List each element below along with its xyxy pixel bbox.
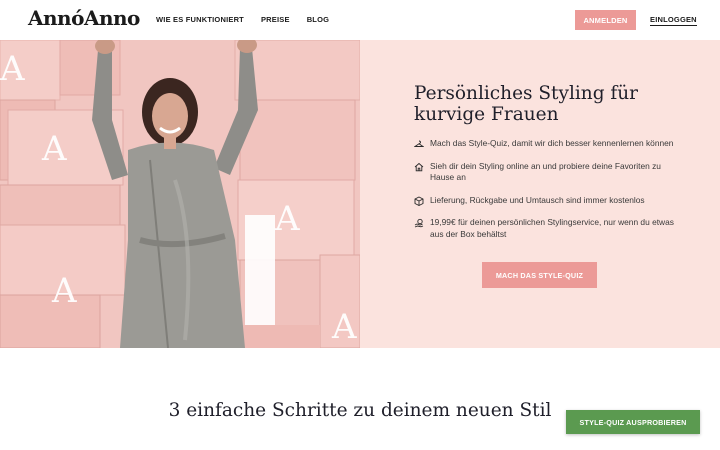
register-button[interactable]: ANMELDEN bbox=[575, 10, 636, 30]
try-style-quiz-button[interactable]: STYLE-QUIZ AUSPROBIEREN bbox=[566, 410, 700, 434]
hero-section: A A A A A Persönliches Styling für kurvi… bbox=[0, 40, 720, 348]
box-monogram: A bbox=[0, 49, 25, 89]
feature-item: Mach das Style-Quiz, damit wir dich bess… bbox=[414, 138, 684, 150]
feature-text: 19,99€ für deinen persönlichen Stylingse… bbox=[430, 217, 674, 239]
feature-item: 19,99€ für deinen persönlichen Stylingse… bbox=[414, 217, 684, 240]
feature-item: Lieferung, Rückgabe und Umtausch sind im… bbox=[414, 195, 684, 207]
coins-icon bbox=[414, 218, 424, 228]
style-quiz-button[interactable]: MACH DAS STYLE-QUIZ bbox=[482, 262, 597, 288]
hero-title: Persönliches Styling für kurvige Frauen bbox=[414, 83, 684, 125]
nav-item-how-it-works[interactable]: WIE ES FUNKTIONIERT bbox=[156, 15, 244, 24]
site-header: AnnóAnno WIE ES FUNKTIONIERT PREISE BLOG… bbox=[0, 0, 720, 40]
feature-text: Sieh dir dein Styling online an und prob… bbox=[430, 160, 661, 183]
hanger-icon bbox=[414, 140, 424, 147]
main-nav: WIE ES FUNKTIONIERT PREISE BLOG bbox=[156, 15, 329, 24]
feature-text: Lieferung, Rückgabe und Umtausch sind im… bbox=[430, 194, 645, 205]
nav-item-blog[interactable]: BLOG bbox=[307, 15, 329, 24]
hero-title-line: kurvige Frauen bbox=[414, 104, 559, 125]
brand-logo[interactable]: AnnóAnno bbox=[28, 6, 140, 30]
box-monogram: A bbox=[51, 271, 77, 311]
login-link[interactable]: EINLOGGEN bbox=[650, 15, 697, 26]
box-monogram: A bbox=[41, 129, 67, 169]
box-monogram: A bbox=[331, 307, 357, 347]
feature-item: Sieh dir dein Styling online an und prob… bbox=[414, 161, 684, 184]
feature-text: Mach das Style-Quiz, damit wir dich bess… bbox=[430, 138, 674, 148]
box-icon bbox=[414, 195, 424, 206]
nav-item-pricing[interactable]: PREISE bbox=[261, 15, 290, 24]
feature-list: Mach das Style-Quiz, damit wir dich bess… bbox=[414, 138, 684, 240]
hero-title-line: Persönliches Styling für bbox=[414, 83, 639, 104]
home-icon bbox=[414, 162, 424, 171]
hero-content: Persönliches Styling für kurvige Frauen … bbox=[414, 83, 684, 288]
hero-image: A A A A A bbox=[0, 40, 360, 348]
box-monogram: A bbox=[274, 199, 300, 239]
